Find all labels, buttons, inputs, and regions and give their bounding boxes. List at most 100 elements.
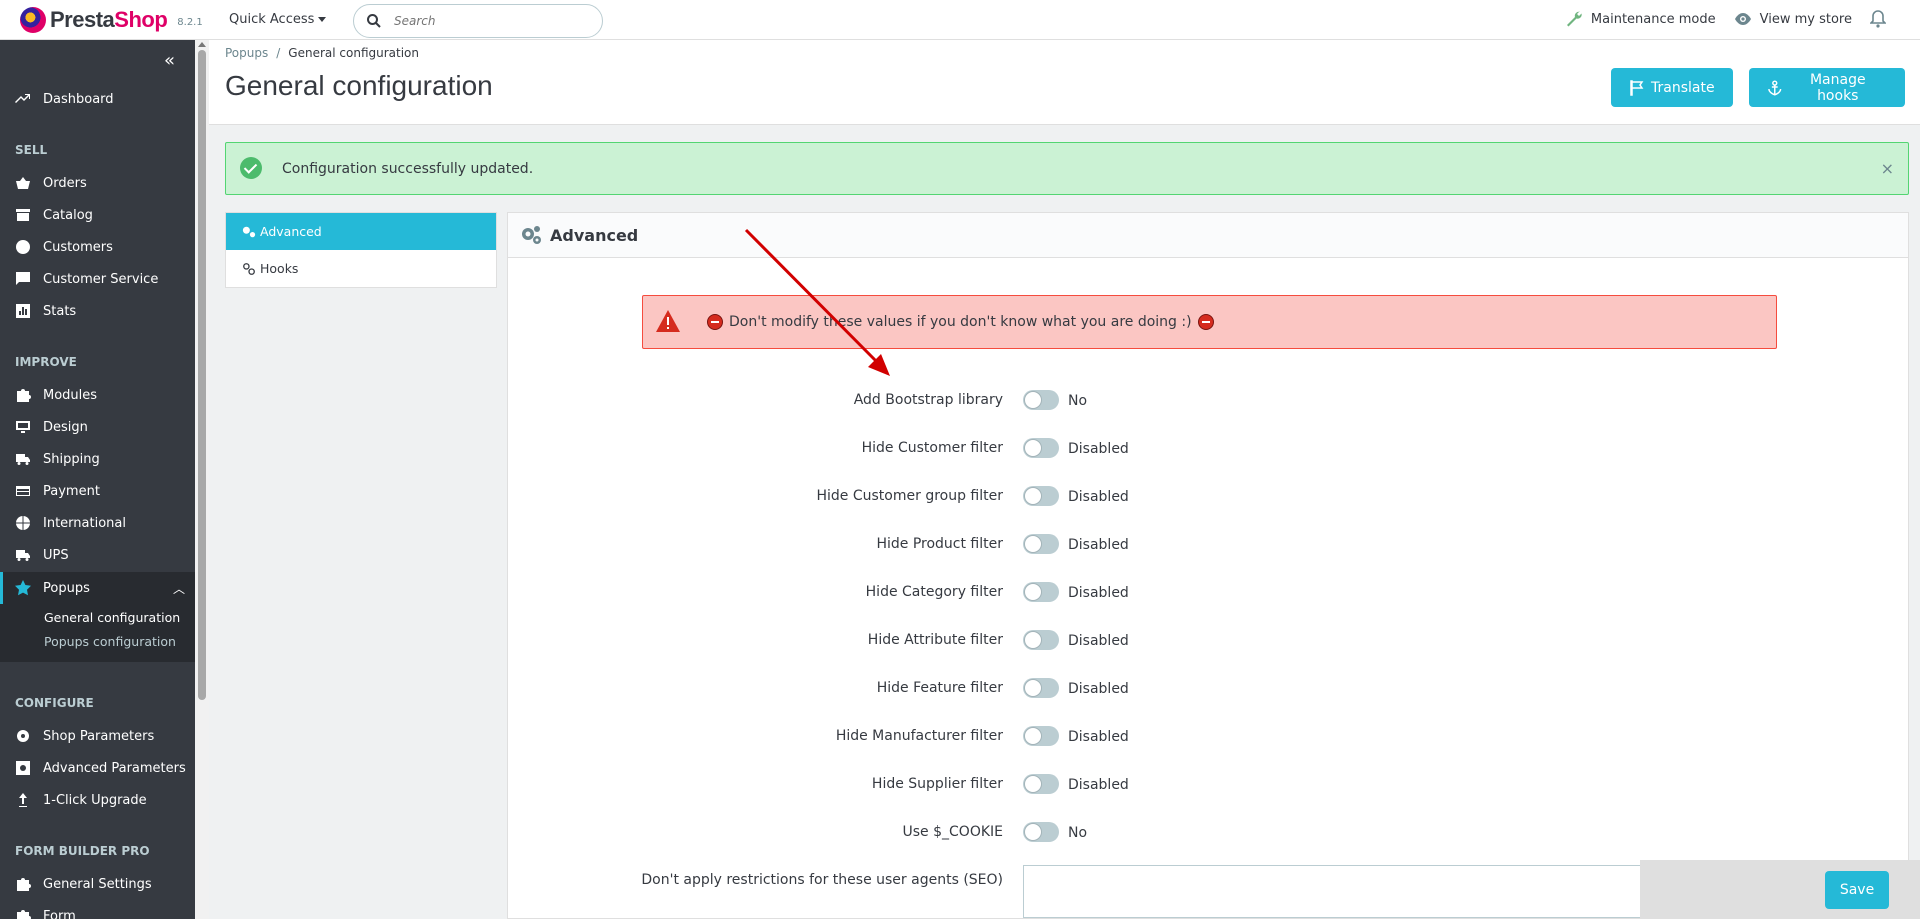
sidebar-item-modules[interactable]: Modules (0, 379, 195, 411)
collapse-sidebar-icon[interactable]: « (164, 52, 175, 70)
bell-icon (1870, 10, 1886, 28)
field-label: Hide Customer group filter (816, 488, 1004, 504)
sidebar-item-label: Catalog (43, 207, 93, 223)
caret-down-icon (318, 17, 327, 22)
page-header: Popups / General configuration General con… (209, 40, 1920, 125)
globe-icon (16, 516, 30, 530)
sidebar-item-label: Payment (43, 483, 100, 499)
toggle-state-label: Disabled (1068, 441, 1129, 457)
notifications-button[interactable] (1870, 10, 1894, 28)
sidebar-item-payment[interactable]: Payment (0, 475, 195, 507)
manage-hooks-button-label: Manage hooks (1809, 71, 1866, 104)
panel-header: Advanced (508, 213, 1908, 258)
sidebar-item-popups[interactable]: Popups ︿ (0, 572, 195, 604)
puzzle-icon (17, 389, 31, 402)
toggle-switch[interactable] (1023, 486, 1059, 506)
sidebar-item-label: Advanced Parameters (43, 760, 186, 776)
version-label: 8.2.1 (177, 16, 203, 28)
tab-hooks[interactable]: Hooks (226, 250, 496, 287)
scrollbar-thumb[interactable] (198, 50, 206, 700)
quick-access-label: Quick Access (229, 12, 315, 27)
field-row-hide-category-filter: Hide Category filter Disabled (508, 578, 1910, 608)
sidebar-item-catalog[interactable]: Catalog (0, 199, 195, 231)
translate-button[interactable]: Translate (1611, 68, 1733, 107)
toggle-switch[interactable] (1023, 438, 1059, 458)
breadcrumb: Popups / General configuration (225, 46, 419, 60)
sidebar-subitem-general-configuration[interactable]: General configuration (44, 610, 180, 625)
puzzle-icon (17, 878, 31, 891)
view-store-label: View my store (1759, 11, 1852, 27)
sidebar-scrollbar[interactable] (195, 40, 209, 919)
prestashop-logo-icon (20, 7, 46, 33)
anchor-icon (1768, 79, 1782, 96)
sidebar-item-shipping[interactable]: Shipping (0, 443, 195, 475)
field-label: Hide Feature filter (876, 680, 1003, 696)
sidebar: « Dashboard SELL Orders Catalog Customer… (0, 40, 195, 919)
toggle-state-label: Disabled (1068, 777, 1129, 793)
toggle-switch[interactable] (1023, 534, 1059, 554)
sidebar-item-customers[interactable]: Customers (0, 231, 195, 263)
sidebar-item-stats[interactable]: Stats (0, 295, 195, 327)
quick-access-dropdown[interactable]: Quick Access (229, 12, 327, 27)
search-icon (367, 14, 381, 28)
sidebar-section-improve: IMPROVE (15, 355, 77, 369)
toggle-switch[interactable] (1023, 630, 1059, 650)
sidebar-item-dashboard[interactable]: Dashboard (0, 83, 195, 115)
breadcrumb-popups-link[interactable]: Popups (225, 46, 268, 60)
toggle-switch[interactable] (1023, 726, 1059, 746)
eye-icon (1734, 13, 1751, 25)
field-row-hide-customer-group-filter: Hide Customer group filter Disabled (508, 482, 1910, 512)
wrench-icon (1566, 11, 1582, 27)
sidebar-item-label: Stats (43, 303, 77, 319)
toggle-switch[interactable] (1023, 390, 1059, 410)
sidebar-item-customer-service[interactable]: Customer Service (0, 263, 195, 295)
toggle-state-label: Disabled (1068, 537, 1129, 553)
chat-icon (16, 272, 30, 285)
toggle-switch[interactable] (1023, 774, 1059, 794)
puzzle-icon (17, 910, 31, 919)
sidebar-item-shop-parameters[interactable]: Shop Parameters (0, 720, 195, 752)
save-button[interactable]: Save (1825, 871, 1889, 909)
close-icon[interactable]: × (1881, 159, 1894, 178)
maintenance-mode-link[interactable]: Maintenance mode (1565, 10, 1716, 28)
toggle-switch[interactable] (1023, 822, 1059, 842)
view-store-link[interactable]: View my store (1734, 12, 1852, 27)
gear-icon (17, 730, 29, 742)
tab-advanced[interactable]: Advanced (226, 213, 496, 250)
advanced-panel: Advanced Don't modify these values if yo… (507, 212, 1909, 919)
sidebar-item-label: 1-Click Upgrade (43, 792, 147, 808)
danger-alert: Don't modify these values if you don't k… (642, 295, 1777, 349)
sidebar-item-general-settings[interactable]: General Settings (0, 868, 195, 900)
translate-button-label: Translate (1651, 79, 1715, 96)
sidebar-item-label: General Settings (43, 876, 152, 892)
sidebar-item-design[interactable]: Design (0, 411, 195, 443)
sidebar-item-label: Customers (43, 239, 113, 255)
sidebar-item-ups[interactable]: UPS (0, 539, 195, 571)
scroll-up-arrow-icon[interactable] (198, 42, 206, 47)
toggle-state-label: Disabled (1068, 633, 1129, 649)
field-label: Hide Manufacturer filter (835, 728, 1003, 744)
field-label: Hide Attribute filter (867, 632, 1003, 648)
sidebar-item-form[interactable]: Form (0, 900, 195, 919)
sidebar-item-orders[interactable]: Orders (0, 167, 195, 199)
field-row-hide-manufacturer-filter: Hide Manufacturer filter Disabled (508, 722, 1910, 752)
field-row-hide-feature-filter: Hide Feature filter Disabled (508, 674, 1910, 704)
success-alert: Configuration successfully updated. × (225, 142, 1909, 195)
prestashop-logo[interactable]: PrestaShop 8.2.1 (20, 7, 203, 33)
sidebar-item-label: International (43, 515, 126, 531)
top-header: PrestaShop 8.2.1 Quick Access Maintenanc… (0, 0, 1920, 40)
page-title: General configuration (225, 70, 493, 101)
sidebar-item-label: Modules (43, 387, 98, 403)
sidebar-item-1-click-upgrade[interactable]: 1-Click Upgrade (0, 784, 195, 816)
truck-icon (16, 454, 30, 465)
toggle-switch[interactable] (1023, 678, 1059, 698)
field-row-use-cookie: Use $_COOKIE No (508, 818, 1910, 848)
toggle-switch[interactable] (1023, 582, 1059, 602)
search-box[interactable] (353, 4, 603, 38)
sidebar-subitem-popups-configuration[interactable]: Popups configuration (44, 634, 176, 649)
manage-hooks-button[interactable]: Manage hooks (1749, 68, 1905, 107)
sidebar-item-international[interactable]: International (0, 507, 195, 539)
sidebar-item-advanced-parameters[interactable]: Advanced Parameters (0, 752, 195, 784)
search-input[interactable] (394, 14, 574, 28)
toggle-state-label: Disabled (1068, 489, 1129, 505)
